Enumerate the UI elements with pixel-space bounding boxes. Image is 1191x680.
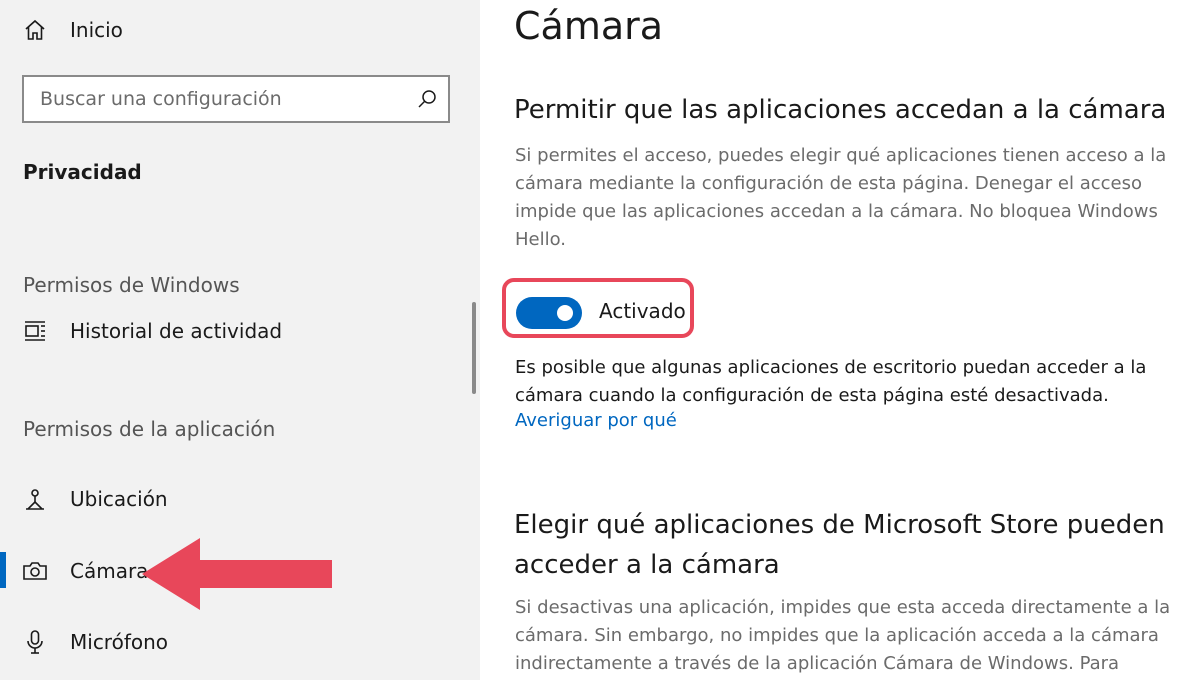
sidebar-item-location[interactable]: Ubicación (0, 477, 470, 521)
page-title: Cámara (514, 4, 664, 48)
main-content: Cámara Permitir que las aplicaciones acc… (480, 0, 1191, 680)
group-label-windows-permissions: Permisos de Windows (23, 273, 240, 297)
sidebar-item-label: Inicio (70, 18, 123, 42)
highlight-arrow-icon (142, 538, 332, 610)
toggle-knob (557, 305, 573, 321)
allow-access-heading: Permitir que las aplicaciones accedan a … (514, 95, 1167, 125)
sidebar-item-microphone[interactable]: Micrófono (0, 620, 470, 664)
sidebar-scrollbar[interactable] (472, 302, 476, 394)
sidebar-item-label: Micrófono (70, 630, 169, 654)
activity-history-icon (22, 318, 48, 344)
toggle-state-label: Activado (599, 299, 686, 323)
camera-icon (22, 558, 48, 584)
store-apps-description: Si desactivas una aplicación, impides qu… (515, 597, 1171, 674)
home-icon (22, 17, 48, 43)
sidebar-item-activity-history[interactable]: Historial de actividad (0, 309, 470, 353)
sidebar-item-home[interactable]: Inicio (0, 8, 470, 52)
settings-window: Inicio Privacidad Permisos de Windows (0, 0, 1191, 680)
desktop-apps-note: Es posible que algunas aplicaciones de e… (515, 357, 1147, 406)
microphone-icon (22, 629, 48, 655)
allow-access-description: Si permites el acceso, puedes elegir qué… (515, 145, 1167, 250)
store-apps-heading: Elegir qué aplicaciones de Microsoft Sto… (514, 510, 1165, 580)
sidebar-item-label: Historial de actividad (70, 319, 283, 343)
learn-why-link[interactable]: Averiguar por qué (515, 410, 677, 431)
section-title: Privacidad (23, 160, 142, 184)
sidebar-item-label: Ubicación (70, 487, 168, 511)
sidebar: Inicio Privacidad Permisos de Windows (0, 0, 480, 680)
sidebar-item-label: Cámara (70, 559, 149, 583)
location-icon (22, 486, 48, 512)
search-input[interactable] (24, 79, 410, 119)
camera-access-toggle[interactable] (516, 297, 582, 329)
search-icon[interactable] (416, 88, 438, 110)
group-label-app-permissions: Permisos de la aplicación (23, 417, 276, 441)
search-box[interactable] (22, 75, 450, 123)
